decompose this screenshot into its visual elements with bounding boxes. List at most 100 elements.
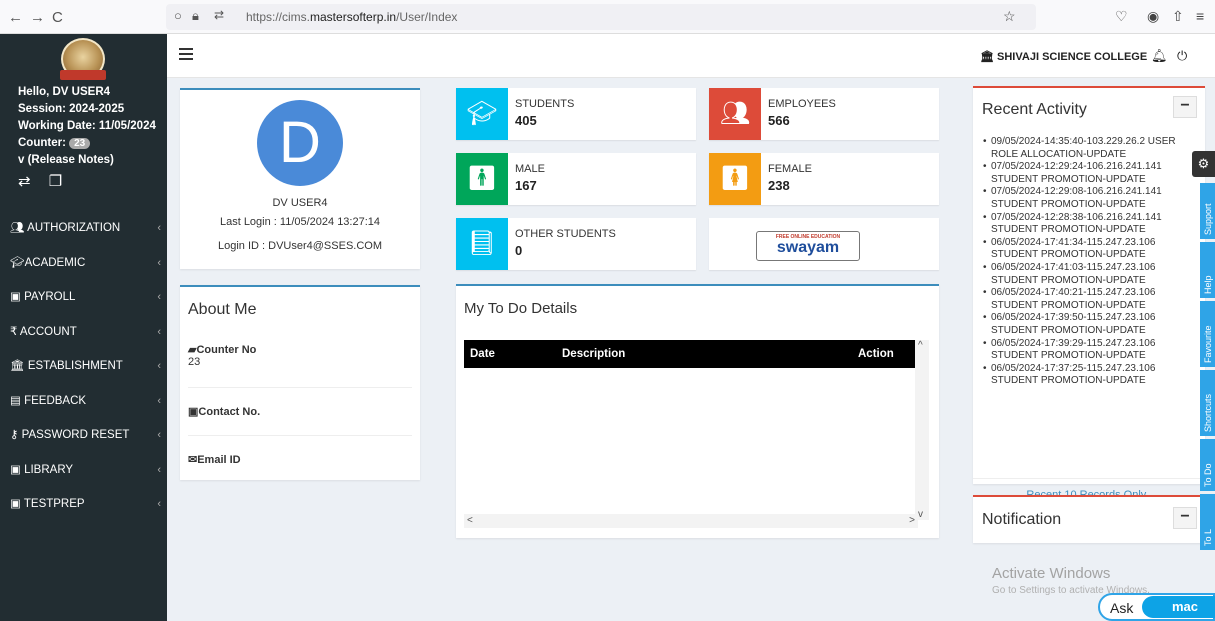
sidebar-item-password-reset[interactable]: ⚷ PASSWORD RESET ‹	[0, 418, 167, 453]
working-date: Working Date: 11/05/2024	[18, 120, 156, 132]
swayam-tile[interactable]: FREE ONLINE EDUCATION swayam	[709, 218, 939, 270]
tab-support[interactable]: Support	[1200, 183, 1215, 239]
graduation-cap-icon: 🎓︎	[10, 256, 25, 269]
chevron-left-icon: ‹	[157, 325, 161, 338]
sidebar: Hello, DV USER4 Session: 2024-2025 Worki…	[0, 34, 167, 621]
notification-title: Notification	[982, 511, 1062, 528]
other-students-count: 0	[515, 243, 523, 258]
sidebar-item-authorization[interactable]: 👥︎ AUTHORIZATION ‹	[0, 211, 167, 246]
counter-no: ▰Counter No 23	[188, 343, 412, 368]
release-notes-link[interactable]: v (Release Notes)	[18, 152, 156, 169]
scroll-left-icon[interactable]: <	[467, 515, 473, 526]
ask-button[interactable]: Ask mac	[1098, 593, 1215, 621]
chevron-left-icon: ‹	[157, 463, 161, 476]
chevron-left-icon: ‹	[157, 498, 161, 510]
list-item: 06/05/2024-17:40:21-115.247.23.106 STUDE…	[983, 287, 1201, 312]
reload-icon[interactable]: C	[52, 9, 63, 26]
sidebar-item-payroll[interactable]: ▣ PAYROLL ‹	[0, 280, 167, 315]
profile-name: DV USER4	[272, 197, 328, 209]
list-item: 07/05/2024-12:28:38-106.216.241.141 STUD…	[983, 212, 1201, 237]
top-header: 🏛︎ SHIVAJI SCIENCE COLLEGE 🔔︎ ⏻	[167, 34, 1215, 78]
horizontal-scrollbar[interactable]: < >	[464, 514, 918, 528]
students-tile[interactable]: 🎓︎ STUDENTS 405	[456, 88, 696, 140]
tab-todo[interactable]: To Do	[1200, 439, 1215, 491]
bell-icon[interactable]: 🔔︎	[1151, 48, 1168, 64]
scroll-down-icon[interactable]: v	[918, 509, 923, 520]
todo-card: My To Do Details Date Description Action…	[456, 284, 939, 538]
scroll-up-icon[interactable]: ^	[918, 340, 923, 351]
swayam-logo: FREE ONLINE EDUCATION swayam	[756, 231, 860, 261]
users-icon: 👥︎	[10, 222, 25, 234]
sidebar-item-establishment[interactable]: 🏛︎ ESTABLISHMENT ‹	[0, 349, 167, 384]
students-count: 405	[515, 113, 537, 128]
sidebar-item-account[interactable]: ₹ ACCOUNT ‹	[0, 315, 167, 350]
chevron-left-icon: ‹	[157, 256, 161, 269]
todo-table-header: Date Description Action	[464, 340, 918, 368]
tab-favourite[interactable]: Favourite	[1200, 301, 1215, 367]
about-me-card: About Me ▰Counter No 23 ▣Contact No. ✉Em…	[180, 285, 420, 480]
chevron-left-icon: ‹	[157, 429, 161, 441]
tab-shortcuts[interactable]: Shortcuts	[1200, 370, 1215, 436]
collapse-button[interactable]: −	[1173, 96, 1197, 118]
book-icon: ▣	[10, 498, 21, 510]
book-icon: ▣	[10, 463, 21, 476]
money-icon: ▣	[10, 291, 21, 303]
contact-no: ▣Contact No.	[188, 406, 261, 418]
url-text: https://cims.mastersofterp.in/User/Index	[246, 10, 458, 24]
chevron-left-icon: ‹	[157, 291, 161, 303]
counter-badge: 23	[69, 138, 91, 149]
profile-card: D DV USER4 Last Login : 11/05/2024 13:27…	[180, 88, 420, 269]
female-icon: 🚺︎	[709, 153, 761, 205]
share-icon[interactable]: ⇧	[1172, 8, 1184, 25]
list-item: 06/05/2024-17:41:03-115.247.23.106 STUDE…	[983, 262, 1201, 287]
hamburger-icon[interactable]	[179, 48, 193, 60]
sidebar-item-feedback[interactable]: ▤ FEEDBACK ‹	[0, 384, 167, 419]
copy-icon[interactable]: ❐	[49, 173, 62, 190]
sidebar-item-testprep[interactable]: ▣ TESTPREP ‹	[0, 487, 167, 522]
envelope-icon: ✉	[188, 454, 198, 466]
other-students-tile[interactable]: 📘︎ OTHER STUDENTS 0	[456, 218, 696, 270]
col-description: Description	[562, 348, 626, 360]
chevron-left-icon: ‹	[157, 360, 161, 372]
list-item: 06/05/2024-17:41:34-115.247.23.106 STUDE…	[983, 237, 1201, 262]
list-item: 06/05/2024-17:39:50-115.247.23.106 STUDE…	[983, 312, 1201, 337]
recent-activity-title: Recent Activity	[982, 101, 1087, 118]
male-tile[interactable]: 🚹︎ MALE 167	[456, 153, 696, 205]
sidebar-menu: 👥︎ AUTHORIZATION ‹ 🎓︎ACADEMIC ‹ ▣ PAYROLL ‹…	[0, 211, 167, 522]
sidebar-item-library[interactable]: ▣ LIBRARY ‹	[0, 453, 167, 488]
female-count: 238	[768, 178, 790, 193]
greeting: Hello, DV USER4	[18, 86, 111, 98]
menu-icon[interactable]: ≡	[1196, 8, 1204, 24]
tab-help[interactable]: Help	[1200, 242, 1215, 298]
sidebar-item-academic[interactable]: 🎓︎ACADEMIC ‹	[0, 246, 167, 281]
recent-activity-card: Recent Activity − 09/05/2024-14:35:40-10…	[973, 86, 1205, 501]
last-login: Last Login : 11/05/2024 13:27:14	[219, 216, 381, 228]
power-icon[interactable]: ⏻	[1177, 48, 1187, 64]
college-logo-band	[60, 70, 106, 80]
browser-toolbar: ← → C ○ 🔒︎ ⇄ https://cims.mastersofterp.…	[0, 0, 1215, 34]
institution-icon: 🏛︎	[10, 360, 25, 372]
gear-icon[interactable]: ⚙	[1192, 151, 1215, 177]
vertical-scrollbar[interactable]: ^ v	[915, 340, 929, 520]
tab-to-l[interactable]: To L	[1200, 494, 1215, 550]
col-action: Action	[858, 348, 894, 360]
lock-icon: 🔒︎	[192, 8, 199, 23]
list-item: 07/05/2024-12:29:24-106.216.241.141 STUD…	[983, 161, 1201, 186]
college-name: 🏛︎ SHIVAJI SCIENCE COLLEGE	[980, 51, 1148, 63]
forward-icon[interactable]: →	[30, 9, 45, 26]
list-item: 07/05/2024-12:29:08-106.216.241.141 STUD…	[983, 186, 1201, 211]
collapse-button[interactable]: −	[1173, 507, 1197, 529]
book-icon: 📘︎	[456, 218, 508, 270]
account-icon[interactable]: ◉	[1147, 8, 1159, 25]
scroll-right-icon[interactable]: >	[909, 515, 915, 526]
bookmark-star-icon[interactable]: ☆	[1003, 8, 1016, 25]
switch-icon[interactable]: ⇄	[18, 173, 31, 190]
activate-windows-title: Activate Windows	[992, 565, 1111, 582]
female-tile[interactable]: 🚺︎ FEMALE 238	[709, 153, 939, 205]
session: Session: 2024-2025	[18, 103, 125, 115]
list-item: 09/05/2024-14:35:40-103.229.26.2 USER RO…	[983, 136, 1201, 161]
address-bar[interactable]: ○ 🔒︎ ⇄ https://cims.mastersofterp.in/Use…	[166, 4, 1036, 30]
back-icon[interactable]: ←	[8, 9, 23, 26]
employees-tile[interactable]: 👥︎ EMPLOYEES 566	[709, 88, 939, 140]
pocket-icon[interactable]: ♡	[1115, 8, 1128, 25]
